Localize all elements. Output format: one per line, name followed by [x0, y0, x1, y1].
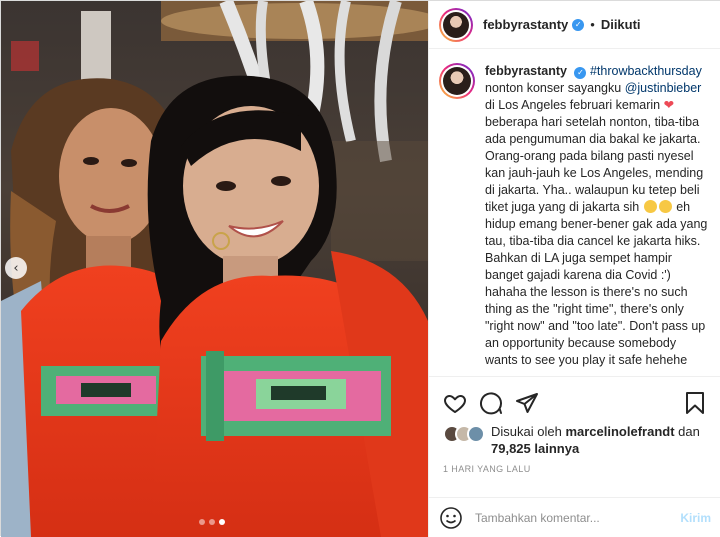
smiley-icon[interactable] [439, 506, 463, 530]
caption-hashtag[interactable]: #throwbackthursday [590, 64, 702, 78]
caption-text: febbyrastanty ✓ #throwbackthursday nonto… [485, 63, 711, 376]
chevron-left-icon: ‹ [13, 260, 19, 276]
post-header: febbyrastanty ✓ • Diikuti [429, 1, 720, 49]
caption-mention[interactable]: @justinbieber [625, 81, 702, 95]
carousel-dots [199, 519, 225, 525]
liker-avatars[interactable] [443, 425, 485, 443]
likes-text: Disukai oleh marcelinolefrandt dan 79,82… [491, 423, 713, 457]
header-username[interactable]: febbyrastanty [483, 17, 568, 32]
smiley-emoji-icon [658, 200, 672, 213]
red-heart-emoji-icon: ❤ [663, 98, 675, 112]
post-photo[interactable]: ‹ [1, 1, 428, 537]
smiley-emoji-icon [643, 200, 657, 213]
previous-slide-button[interactable]: ‹ [5, 257, 27, 279]
action-bar [429, 376, 720, 416]
share-icon[interactable] [515, 391, 539, 415]
bookmark-icon[interactable] [683, 391, 707, 415]
likes-count[interactable]: 79,825 lainnya [491, 441, 579, 456]
verified-badge-icon: ✓ [572, 18, 585, 31]
header-separator: • [590, 17, 595, 32]
verified-badge-icon: ✓ [574, 66, 587, 79]
comment-input[interactable] [475, 510, 681, 525]
instagram-post: ‹ febbyrastanty ✓ • Diikuti febbyrastant… [0, 0, 720, 537]
caption-section: febbyrastanty ✓ #throwbackthursday nonto… [429, 49, 720, 376]
carousel-dot-active [219, 519, 225, 525]
follow-status-button[interactable]: Diikuti [601, 17, 641, 32]
caption-part4: eh hidup emang bener-bener gak ada yang … [485, 200, 708, 367]
likes-user[interactable]: marcelinolefrandt [565, 424, 674, 439]
caption-avatar[interactable] [439, 63, 475, 99]
post-comment-button[interactable]: Kirim [680, 511, 711, 525]
post-timestamp[interactable]: 1 HARI YANG LALU [443, 464, 531, 474]
photo-illustration [1, 1, 428, 537]
carousel-dot [209, 519, 215, 525]
avatar[interactable] [439, 7, 473, 42]
likes-summary: Disukai oleh marcelinolefrandt dan 79,82… [443, 423, 713, 457]
caption-line1: nonton konser sayangku [485, 81, 622, 95]
caption-part3: beberapa hari setelah nonton, tiba-tiba … [485, 115, 704, 214]
caption-part2: di Los Angeles februari kemarin [485, 98, 661, 112]
carousel-dot [199, 519, 205, 525]
post-details-panel: febbyrastanty ✓ • Diikuti febbyrastanty … [428, 1, 720, 537]
comment-box: Kirim [429, 497, 720, 537]
comment-icon[interactable] [479, 391, 503, 415]
likes-connector: dan [678, 424, 700, 439]
caption-username[interactable]: febbyrastanty [485, 64, 567, 78]
likes-prefix: Disukai oleh [491, 424, 562, 439]
heart-icon[interactable] [443, 391, 467, 415]
